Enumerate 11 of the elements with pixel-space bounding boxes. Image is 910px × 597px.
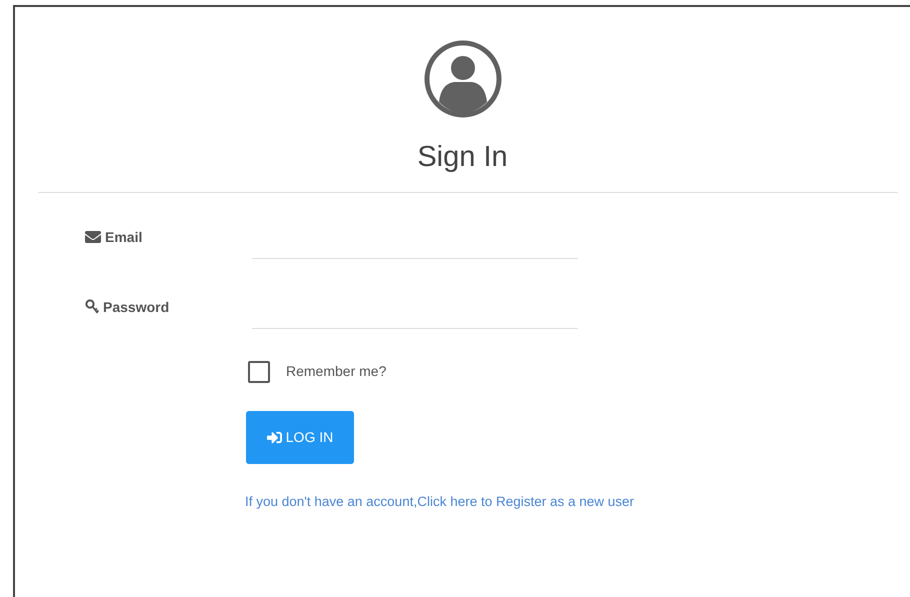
- remember-checkbox[interactable]: [248, 360, 270, 382]
- key-icon: [85, 299, 99, 315]
- envelope-icon: [85, 229, 101, 245]
- login-button[interactable]: LOG IN: [246, 410, 354, 464]
- page-title: Sign In: [417, 140, 508, 175]
- user-avatar-icon: [424, 40, 502, 118]
- field-label: Email: [105, 228, 142, 246]
- register-link[interactable]: If you don't have an account,Click here to Register as a new user: [245, 492, 634, 512]
- sign-in-icon: [266, 430, 282, 444]
- checkbox-label: Remember me?: [286, 362, 386, 381]
- field-label: Password: [103, 298, 170, 316]
